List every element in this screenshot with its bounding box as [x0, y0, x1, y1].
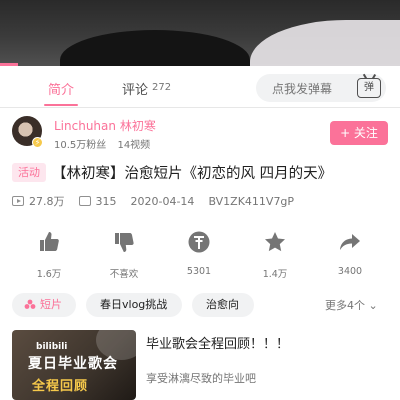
share-button[interactable]: 3400 [320, 230, 380, 277]
video-frame-figure [60, 30, 250, 66]
uploader-name[interactable]: Linchuhan 林初寒 [54, 117, 156, 134]
thumbs-down-icon [115, 233, 134, 252]
publish-date: 2020-04-14 [130, 194, 195, 208]
like-button[interactable]: 1.6万 [19, 230, 79, 280]
coin-count: 5301 [186, 266, 212, 277]
like-count: 1.6万 [36, 269, 62, 280]
tag-label: 短片 [40, 298, 62, 311]
danmaku-count-icon [78, 196, 91, 206]
follow-button[interactable]: + 关注 [330, 121, 388, 145]
uploader-stats: 10.5万粉丝 14视频 [54, 136, 158, 151]
view-count: 27.8万 [29, 195, 65, 208]
tag-label: 春日vlog挑战 [100, 298, 168, 311]
related-video-thumbnail[interactable]: bilibili 夏日毕业歌会 全程回顾 [12, 330, 136, 400]
flower-icon [24, 299, 36, 309]
dislike-label: 不喜欢 [109, 269, 139, 280]
video-count: 14视频 [117, 140, 151, 151]
video-player[interactable] [0, 0, 400, 66]
coin-button[interactable]: 5301 [169, 230, 229, 277]
dislike-button[interactable]: 不喜欢 [94, 230, 154, 280]
star-icon [265, 232, 285, 252]
tag-healing[interactable]: 治愈向 [192, 293, 254, 317]
follower-count: 10.5万粉丝 [54, 140, 107, 151]
bvid: BV1ZK411V7gP [208, 194, 295, 208]
related-video-title[interactable]: 毕业歌会全程回顾！！！ [146, 333, 289, 352]
related-video-description: 享受淋漓尽致的毕业吧 [146, 372, 256, 385]
danmaku-placeholder: 点我发弹幕 [272, 82, 333, 96]
thumbnail-title: 夏日毕业歌会 [28, 356, 118, 372]
danmaku-toggle-icon[interactable]: 弹 [357, 78, 381, 98]
tab-intro[interactable]: 简介 [48, 79, 74, 98]
play-count-icon [12, 196, 24, 206]
video-meta: 27.8万 315 2020-04-14 BV1ZK411V7gP [12, 193, 308, 209]
thumbnail-brand: bilibili [36, 342, 68, 352]
thumbs-up-icon [40, 232, 59, 251]
share-icon [340, 234, 360, 250]
tag-label: 治愈向 [206, 298, 239, 311]
tag-spring-vlog[interactable]: 春日vlog挑战 [86, 293, 182, 317]
comment-count: 272 [152, 82, 172, 93]
coin-icon [188, 231, 210, 253]
more-tags-label: 更多4个 [325, 299, 365, 312]
activity-tag[interactable]: 活动 [12, 163, 46, 182]
tag-shortfilm[interactable]: 短片 [12, 293, 76, 317]
tab-active-indicator [44, 104, 78, 106]
video-frame-shoulder [250, 20, 400, 66]
verified-badge-icon: ⚡ [32, 137, 43, 148]
more-tags-button[interactable]: 更多4个 ⌄ [325, 297, 378, 313]
chevron-down-icon: ⌄ [368, 299, 378, 312]
danmaku-count: 315 [95, 194, 117, 208]
share-count: 3400 [337, 266, 363, 277]
tab-comments[interactable]: 评论 [122, 79, 148, 98]
favorite-count: 1.4万 [262, 269, 288, 280]
thumbnail-subtitle: 全程回顾 [32, 379, 89, 394]
favorite-button[interactable]: 1.4万 [245, 230, 305, 280]
video-title: 【林初寒】治愈短片《初恋的风 四月的天》 [52, 166, 333, 182]
